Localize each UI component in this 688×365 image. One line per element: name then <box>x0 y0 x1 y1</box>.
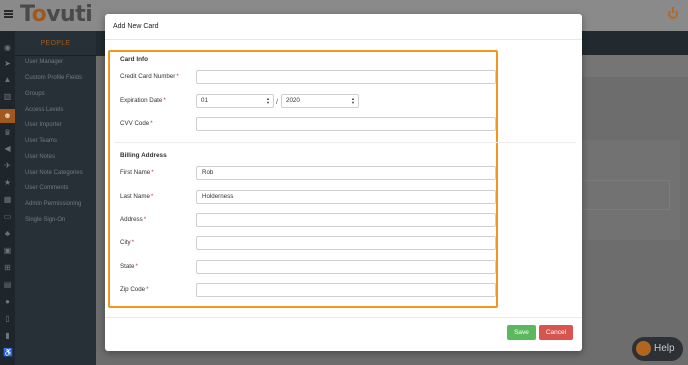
zip-code-input[interactable] <box>196 283 496 297</box>
cvv-input[interactable] <box>196 117 496 131</box>
address-input[interactable] <box>196 213 496 227</box>
sidebar-heading: PEOPLE <box>15 31 96 56</box>
modal-header-divider <box>105 39 582 40</box>
add-new-card-modal: Add New Card Card Info Credit Card Numbe… <box>105 14 582 351</box>
chart-icon[interactable]: ▥ <box>3 92 12 101</box>
billing-address-heading: Billing Address <box>120 152 167 159</box>
sidebar-item-user-manager[interactable]: User Manager <box>25 59 63 65</box>
power-icon[interactable] <box>668 7 678 19</box>
expiration-year-select[interactable]: 2020 ▲ ▼ <box>281 94 359 108</box>
people-icon[interactable]: ☻ <box>0 109 15 123</box>
megaphone-icon[interactable]: ◀ <box>3 144 12 153</box>
sidebar-item-user-notes[interactable]: User Notes <box>25 154 55 160</box>
first-name-input[interactable]: Rob <box>196 166 496 180</box>
star-icon[interactable]: ★ <box>3 178 12 187</box>
tovuti-logo[interactable]: Tovuti <box>20 3 93 27</box>
dashboard-icon[interactable]: ◉ <box>3 43 12 52</box>
trophy-icon[interactable]: ♛ <box>3 128 12 137</box>
graduation-cap-icon[interactable]: ▲ <box>3 75 12 84</box>
rocket-icon[interactable]: ➤ <box>3 59 12 68</box>
sidebar-item-groups[interactable]: Groups <box>25 91 45 97</box>
icon-rail: ◉ ➤ ▲ ▥ ☻ ♛ ◀ ✈ ★ ▦ ▭ ♣ ▣ ⊞ ▤ ● ▯ ▮ ♿ <box>0 31 15 365</box>
state-label: State* <box>120 263 138 270</box>
sidebar-item-custom-profile-fields[interactable]: Custom Profile Fields <box>25 75 82 81</box>
sidebar-item-access-levels[interactable]: Access Levels <box>25 107 63 113</box>
sidebar-item-single-sign-on[interactable]: Single Sign-On <box>25 217 65 223</box>
sidebar-item-admin-permissioning[interactable]: Admin Permissioning <box>25 201 81 207</box>
cancel-button[interactable]: Cancel <box>539 325 573 340</box>
section-divider <box>115 142 576 143</box>
calendar-icon[interactable]: ▤ <box>3 280 12 289</box>
card-number-input[interactable] <box>196 70 496 84</box>
sidebar-item-user-teams[interactable]: User Teams <box>25 138 57 144</box>
id-badge-icon[interactable]: ▮ <box>3 331 12 340</box>
modal-title: Add New Card <box>113 23 159 30</box>
credit-card-icon[interactable]: ▭ <box>3 212 12 221</box>
help-avatar-icon <box>636 341 651 356</box>
background-table <box>580 180 670 210</box>
sidebar: PEOPLE User Manager Custom Profile Field… <box>15 31 96 365</box>
last-name-input[interactable]: Holderness <box>196 190 496 204</box>
address-label: Address* <box>120 216 147 223</box>
cart-icon[interactable]: ⊞ <box>3 263 12 272</box>
expiration-date-label: Expiration Date* <box>120 97 166 104</box>
expiration-separator: / <box>276 99 278 106</box>
menu-icon[interactable] <box>4 10 13 18</box>
sidebar-item-user-comments[interactable]: User Comments <box>25 185 68 191</box>
help-label: Help <box>654 343 675 354</box>
table-icon[interactable]: ▦ <box>3 195 12 204</box>
sidebar-item-user-importer[interactable]: User Importer <box>25 122 62 128</box>
cvv-label: CVV Code* <box>120 120 153 127</box>
highlight-frame: Card Info Credit Card Number* Expiration… <box>108 50 576 308</box>
sidebar-item-user-note-categories[interactable]: User Note Categories <box>25 170 83 176</box>
save-button[interactable]: Save <box>507 325 536 340</box>
chat-icon[interactable]: ● <box>3 297 12 306</box>
spinner-arrows-icon: ▲ ▼ <box>351 96 355 105</box>
spinner-arrows-icon: ▲ ▼ <box>266 96 270 105</box>
card-number-label: Credit Card Number* <box>120 73 179 80</box>
modal-footer-divider <box>105 317 582 318</box>
rocket-launch-icon[interactable]: ✈ <box>3 161 12 170</box>
sitemap-icon[interactable]: ♣ <box>3 229 12 238</box>
contact-card-icon[interactable]: ▣ <box>3 246 12 255</box>
accessibility-icon[interactable]: ♿ <box>3 348 13 357</box>
first-name-label: First Name* <box>120 169 154 176</box>
zip-code-label: Zip Code* <box>120 286 149 293</box>
expiration-month-select[interactable]: 01 ▲ ▼ <box>196 94 274 108</box>
document-icon[interactable]: ▯ <box>3 314 12 323</box>
last-name-label: Last Name* <box>120 193 154 200</box>
background-panel <box>580 55 688 77</box>
city-input[interactable] <box>196 236 496 250</box>
state-input[interactable] <box>196 260 496 274</box>
city-label: City* <box>120 239 135 246</box>
card-info-heading: Card Info <box>120 56 149 63</box>
help-button[interactable]: Help <box>632 337 683 361</box>
